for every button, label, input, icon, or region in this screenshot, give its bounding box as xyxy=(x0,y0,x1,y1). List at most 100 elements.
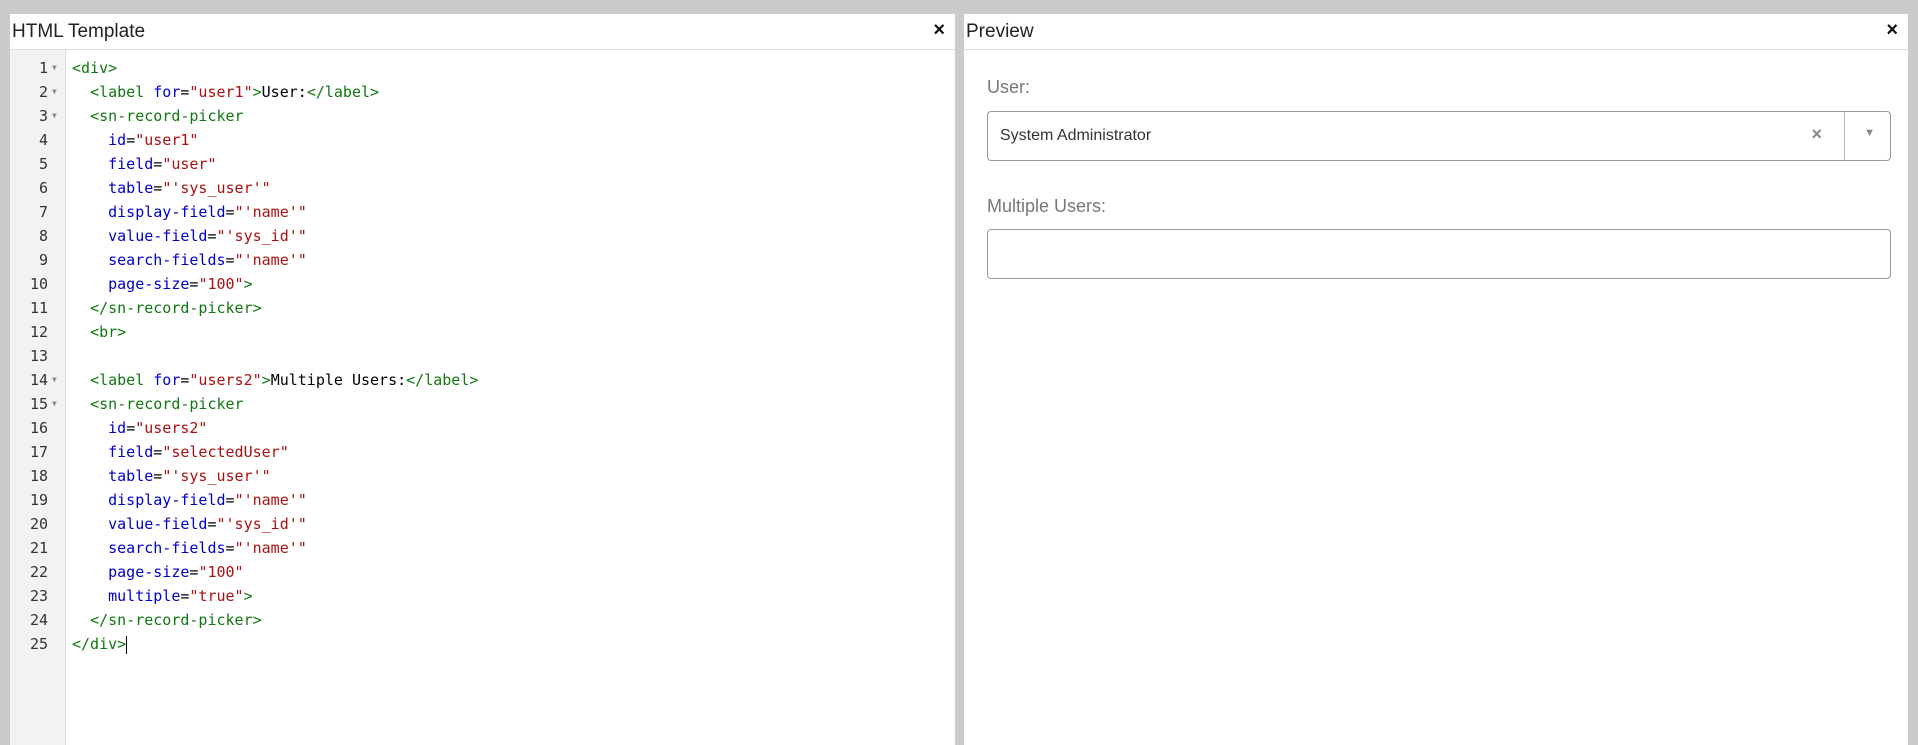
code-text: <label for="users2">Multiple Users:</lab… xyxy=(72,368,478,392)
user-record-picker[interactable]: System Administrator × ▼ xyxy=(987,111,1891,161)
code-token-tag: <br> xyxy=(90,323,127,341)
code-token-attr: value-field xyxy=(108,515,208,533)
code-text: value-field="'sys_id'" xyxy=(72,224,307,248)
code-line[interactable]: 11 </sn-record-picker> xyxy=(10,296,955,320)
code-line[interactable]: 20 value-field="'sys_id'" xyxy=(10,512,955,536)
close-icon[interactable]: × xyxy=(933,19,945,42)
line-number: 14 xyxy=(29,371,48,389)
multiple-users-label: Multiple Users: xyxy=(987,196,1107,216)
fold-arrow-icon[interactable]: ▼ xyxy=(52,392,57,416)
code-line[interactable]: 15 ▼ <sn-record-picker xyxy=(10,392,955,416)
code-text: <br> xyxy=(72,320,126,344)
fold-arrow-icon[interactable]: ▼ xyxy=(52,368,57,392)
panel-header: HTML Template × xyxy=(10,14,955,50)
code-line[interactable]: 16 id="users2" xyxy=(10,416,955,440)
selected-user-value: System Administrator xyxy=(1000,127,1152,144)
line-number: 20 xyxy=(29,515,48,533)
code-text: value-field="'sys_id'" xyxy=(72,512,307,536)
line-number: 15 xyxy=(29,395,48,413)
code-token-text: = xyxy=(225,491,235,509)
user-label: User: xyxy=(987,77,1031,97)
code-line[interactable]: 1 ▼ <div> xyxy=(10,56,955,80)
code-line[interactable]: 10 page-size="100"> xyxy=(10,272,955,296)
code-line[interactable]: 4 id="user1" xyxy=(10,128,955,152)
code-line[interactable]: 19 display-field="'name'" xyxy=(10,488,955,512)
line-number: 10 xyxy=(29,275,48,293)
fold-arrow-icon[interactable]: ▼ xyxy=(52,56,57,80)
code-line[interactable]: 25 </div> xyxy=(10,632,955,656)
line-number: 13 xyxy=(29,347,48,365)
code-token-attr: for xyxy=(153,83,181,101)
code-token-str: "true" xyxy=(189,587,244,605)
code-token-tag: > xyxy=(252,83,262,101)
code-line[interactable]: 24 </sn-record-picker> xyxy=(10,608,955,632)
code-token-text: = xyxy=(225,203,235,221)
code-text: id="user1" xyxy=(72,128,198,152)
code-line[interactable]: 9 search-fields="'name'" xyxy=(10,248,955,272)
line-number: 2 xyxy=(38,83,48,101)
code-token-attr: id xyxy=(108,131,127,149)
code-text: display-field="'name'" xyxy=(72,488,307,512)
line-number: 4 xyxy=(38,131,48,149)
line-number: 16 xyxy=(29,419,48,437)
code-token-tag: </label> xyxy=(406,371,479,389)
code-token-str: "'sys_id'" xyxy=(216,227,307,245)
code-line[interactable]: 5 field="user" xyxy=(10,152,955,176)
code-line[interactable]: 14 ▼ <label for="users2">Multiple Users:<… xyxy=(10,368,955,392)
line-number: 8 xyxy=(38,227,48,245)
line-number: 6 xyxy=(38,179,48,197)
code-line[interactable]: 22 page-size="100" xyxy=(10,560,955,584)
line-number: 12 xyxy=(29,323,48,341)
code-text: <sn-record-picker xyxy=(72,104,244,128)
code-token-str: "100" xyxy=(198,275,244,293)
close-icon[interactable]: × xyxy=(1886,19,1898,42)
code-token-str: "users2" xyxy=(189,371,262,389)
code-line[interactable]: 12 <br> xyxy=(10,320,955,344)
code-text: </sn-record-picker> xyxy=(72,296,262,320)
code-line[interactable]: 8 value-field="'sys_id'" xyxy=(10,224,955,248)
code-token-text: = xyxy=(207,515,217,533)
code-line[interactable]: 7 display-field="'name'" xyxy=(10,200,955,224)
code-line[interactable]: 13 xyxy=(10,344,955,368)
code-line[interactable]: 6 table="'sys_user'" xyxy=(10,176,955,200)
code-text: field="selectedUser" xyxy=(72,440,289,464)
code-token-str: "100" xyxy=(198,563,244,581)
code-line[interactable]: 18 table="'sys_user'" xyxy=(10,464,955,488)
preview-panel: Preview × User: System Administrator × ▼… xyxy=(964,14,1908,745)
line-number: 7 xyxy=(38,203,48,221)
clear-icon[interactable]: × xyxy=(1811,124,1822,145)
multiple-users-record-picker[interactable] xyxy=(987,229,1891,279)
code-line[interactable]: 21 search-fields="'name'" xyxy=(10,536,955,560)
line-number: 24 xyxy=(29,611,48,629)
code-line[interactable]: 17 field="selectedUser" xyxy=(10,440,955,464)
code-token-attr: table xyxy=(108,179,154,197)
code-token-text: Multiple Users: xyxy=(270,371,407,389)
code-token-attr: display-field xyxy=(108,203,226,221)
code-editor[interactable]: 1 ▼ <div> 2 ▼ <label for="user1">User:</labe… xyxy=(10,50,955,745)
code-token-attr: display-field xyxy=(108,491,226,509)
line-number: 21 xyxy=(29,539,48,557)
code-token-attr: id xyxy=(108,419,127,437)
code-token-str: "users2" xyxy=(135,419,208,437)
code-token-text: = xyxy=(225,539,235,557)
code-content[interactable]: 1 ▼ <div> 2 ▼ <label for="user1">User:</labe… xyxy=(10,56,955,656)
code-line[interactable]: 23 multiple="true"> xyxy=(10,584,955,608)
chevron-down-icon[interactable]: ▼ xyxy=(1864,127,1875,139)
code-line[interactable]: 2 ▼ <label for="user1">User:</label> xyxy=(10,80,955,104)
code-token-attr: multiple xyxy=(108,587,181,605)
fold-arrow-icon[interactable]: ▼ xyxy=(52,80,57,104)
code-line[interactable]: 3 ▼ <sn-record-picker xyxy=(10,104,955,128)
fold-arrow-icon[interactable]: ▼ xyxy=(52,104,57,128)
code-token-attr: field xyxy=(108,443,154,461)
html-template-panel: HTML Template × 1 ▼ <div> 2 ▼ <label for="us… xyxy=(10,14,955,745)
code-token-tag: </sn-record-picker> xyxy=(90,299,262,317)
code-text: display-field="'name'" xyxy=(72,200,307,224)
